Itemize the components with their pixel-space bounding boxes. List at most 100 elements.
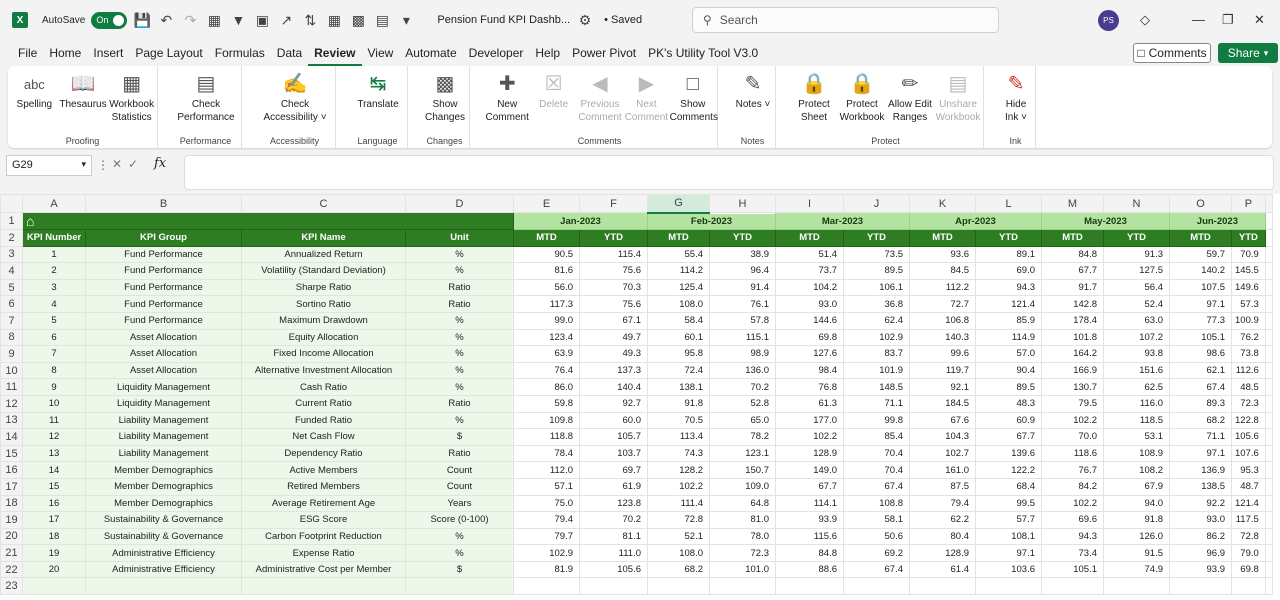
value-cell[interactable]: 78.4 <box>513 444 580 463</box>
allow-edit-ranges-button[interactable]: ✏ Allow Edit Ranges <box>886 70 934 124</box>
value-cell[interactable]: 93.0 <box>775 295 844 313</box>
unit-cell[interactable]: % <box>405 544 514 562</box>
value-cell[interactable]: 98.6 <box>1169 345 1232 363</box>
row-header[interactable]: 15 <box>0 444 23 463</box>
tab-automate[interactable]: Automate <box>399 40 462 66</box>
value-cell[interactable]: 102.2 <box>1041 494 1104 513</box>
comments-button[interactable]: □ Comments <box>1133 43 1211 63</box>
borders-icon[interactable]: ▦ <box>205 11 223 29</box>
value-cell[interactable]: 138.1 <box>647 378 710 396</box>
tab-help[interactable]: Help <box>529 40 566 66</box>
row-header[interactable]: 3 <box>0 245 23 264</box>
kpi-group-cell[interactable]: Fund Performance <box>85 311 242 330</box>
value-cell[interactable]: 93.8 <box>1103 345 1170 363</box>
value-cell[interactable]: 128.2 <box>647 461 710 479</box>
undo-icon[interactable]: ↶ <box>157 11 175 29</box>
value-cell[interactable]: 75.6 <box>579 262 648 280</box>
value-cell[interactable]: 101.0 <box>709 560 776 579</box>
value-cell[interactable]: 177.0 <box>775 411 844 430</box>
value-cell[interactable]: 118.6 <box>1041 444 1104 463</box>
kpi-group-cell[interactable]: Asset Allocation <box>85 361 242 380</box>
row-header[interactable]: 23 <box>0 577 23 596</box>
value-cell[interactable]: 79.0 <box>1231 544 1266 562</box>
kpi-group-cell[interactable]: Fund Performance <box>85 262 242 280</box>
value-cell[interactable]: 59.8 <box>513 394 580 413</box>
kpi-name-cell[interactable]: Equity Allocation <box>241 328 406 347</box>
value-cell[interactable]: 49.7 <box>579 328 648 347</box>
kpi-name-cell[interactable]: Average Retirement Age <box>241 494 406 513</box>
value-cell[interactable]: 84.2 <box>1041 477 1104 496</box>
search-input[interactable]: ⚲ Search <box>692 7 999 33</box>
check-performance-button[interactable]: ▤ Check Performance <box>172 70 240 124</box>
kpi-number-cell[interactable]: 14 <box>22 461 86 479</box>
value-cell[interactable]: 145.5 <box>1231 262 1266 280</box>
value-cell[interactable]: 92.1 <box>909 378 976 396</box>
value-cell[interactable]: 69.2 <box>843 544 910 562</box>
translate-button[interactable]: ↹ Translate <box>350 70 406 111</box>
row-header[interactable]: 21 <box>0 544 23 562</box>
kpi-number-cell[interactable]: 5 <box>22 311 86 330</box>
value-cell[interactable]: 67.7 <box>1041 262 1104 280</box>
value-cell[interactable]: 106.8 <box>909 311 976 330</box>
value-cell[interactable]: 67.4 <box>1169 378 1232 396</box>
kpi-group-cell[interactable]: Member Demographics <box>85 461 242 479</box>
value-cell[interactable]: 127.6 <box>775 345 844 363</box>
empty-cell[interactable] <box>1264 527 1273 546</box>
avatar[interactable]: PS <box>1098 10 1119 31</box>
restore-icon[interactable]: ❐ <box>1222 12 1234 28</box>
kpi-name-cell[interactable]: Fixed Income Allocation <box>241 345 406 363</box>
value-cell[interactable]: 148.5 <box>843 378 910 396</box>
unit-cell[interactable]: % <box>405 378 514 396</box>
check-accessibility-button[interactable]: ✍ Check Accessibility ˅ <box>256 70 334 124</box>
column-title[interactable]: Unit <box>405 229 514 247</box>
minimize-icon[interactable]: — <box>1192 12 1205 27</box>
kpi-group-cell[interactable]: Sustainability & Governance <box>85 527 242 546</box>
value-cell[interactable]: 117.5 <box>1231 511 1266 529</box>
value-cell[interactable]: 60.1 <box>647 328 710 347</box>
column-title[interactable]: KPI Number <box>22 229 86 247</box>
column-header[interactable]: B <box>85 194 242 213</box>
value-cell[interactable]: 75.0 <box>513 494 580 513</box>
value-cell[interactable]: 108.0 <box>647 295 710 313</box>
value-cell[interactable]: 62.1 <box>1169 361 1232 380</box>
next-comment-button[interactable]: ▶ Next Comment <box>623 70 669 124</box>
row-header[interactable]: 9 <box>0 345 23 363</box>
kpi-number-cell[interactable]: 8 <box>22 361 86 380</box>
row-header[interactable]: 10 <box>0 361 23 380</box>
value-cell[interactable]: 84.8 <box>775 544 844 562</box>
value-cell[interactable]: 98.4 <box>775 361 844 380</box>
value-cell[interactable]: 102.9 <box>843 328 910 347</box>
kpi-name-cell[interactable]: Maximum Drawdown <box>241 311 406 330</box>
sensitivity-icon[interactable]: ⚙ <box>576 11 594 29</box>
value-cell[interactable]: 104.2 <box>775 278 844 297</box>
value-cell[interactable]: 69.8 <box>1231 560 1266 579</box>
row-header[interactable]: 7 <box>0 311 23 330</box>
value-cell[interactable]: 70.2 <box>709 378 776 396</box>
empty-cell[interactable] <box>1264 295 1273 313</box>
empty-cell[interactable] <box>1103 577 1170 596</box>
value-cell[interactable]: 102.9 <box>513 544 580 562</box>
more-options-icon[interactable]: ⋮ <box>97 158 109 172</box>
row-header[interactable]: 4 <box>0 262 23 280</box>
value-cell[interactable]: 87.5 <box>909 477 976 496</box>
kpi-group-cell[interactable]: Fund Performance <box>85 295 242 313</box>
kpi-name-cell[interactable]: Funded Ratio <box>241 411 406 430</box>
empty-cell[interactable] <box>513 577 580 596</box>
value-cell[interactable]: 118.5 <box>1103 411 1170 430</box>
value-cell[interactable]: 96.9 <box>1169 544 1232 562</box>
value-cell[interactable]: 88.6 <box>775 560 844 579</box>
unit-cell[interactable]: % <box>405 527 514 546</box>
autosave-toggle[interactable]: On <box>91 11 128 29</box>
value-cell[interactable]: 65.0 <box>709 411 776 430</box>
value-cell[interactable]: 99.8 <box>843 411 910 430</box>
empty-cell[interactable] <box>1264 262 1273 280</box>
value-cell[interactable]: 137.3 <box>579 361 648 380</box>
value-cell[interactable]: 81.9 <box>513 560 580 579</box>
empty-cell[interactable] <box>1264 444 1273 463</box>
value-cell[interactable]: 70.0 <box>1041 428 1104 446</box>
kpi-number-cell[interactable]: 3 <box>22 278 86 297</box>
kpi-group-cell[interactable]: Liability Management <box>85 428 242 446</box>
home-cell[interactable]: ⌂ <box>22 212 514 230</box>
value-cell[interactable]: 72.8 <box>1231 527 1266 546</box>
value-cell[interactable]: 62.2 <box>909 511 976 529</box>
